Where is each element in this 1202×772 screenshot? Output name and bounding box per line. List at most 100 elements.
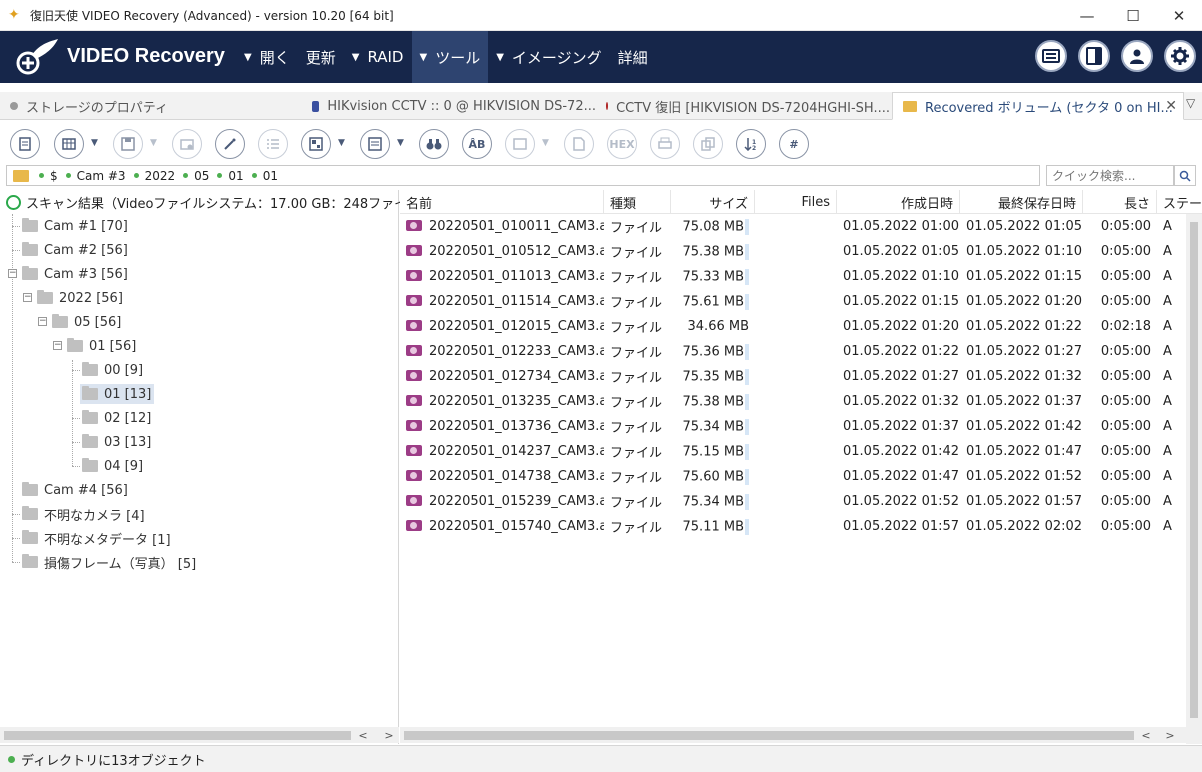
chevron-down-icon[interactable]: ▼ — [542, 138, 549, 148]
scrollbar-thumb[interactable] — [404, 731, 1134, 740]
column-header-size[interactable]: サイズ — [671, 190, 755, 214]
print-icon[interactable] — [650, 129, 680, 159]
tree-node-hour-03[interactable]: 03 [13] — [82, 432, 151, 452]
collapse-icon[interactable]: − — [38, 317, 47, 326]
tree-node-hour-01[interactable]: 01 [13] — [80, 384, 155, 404]
collapse-icon[interactable]: − — [8, 269, 17, 278]
quick-search-input[interactable] — [1046, 165, 1174, 186]
menu-open[interactable]: ▼ 開く — [236, 31, 298, 83]
recover-disk-icon[interactable] — [172, 129, 202, 159]
text-search-icon[interactable]: ÂB — [462, 129, 492, 159]
tree-node-cam1[interactable]: Cam #1 [70] — [22, 216, 128, 236]
right-horizontal-scrollbar[interactable]: < > — [400, 727, 1186, 743]
breadcrumb-item[interactable]: 05 — [183, 169, 209, 183]
scroll-left-arrow[interactable]: < — [1138, 727, 1154, 743]
table-row[interactable]: 20220501_013235_CAM3.avi ファイル 75.38 MB 01.0… — [400, 389, 1202, 414]
settings-icon[interactable] — [1164, 40, 1196, 72]
table-row[interactable]: 20220501_013736_CAM3.avi ファイル 75.34 MB 01.0… — [400, 414, 1202, 439]
document-icon[interactable] — [564, 129, 594, 159]
close-tab-icon[interactable]: ✕ — [1165, 98, 1177, 114]
list-view-icon[interactable] — [360, 129, 390, 159]
tree-node-unknown-metadata[interactable]: 不明なメタデータ [1] — [22, 528, 171, 548]
scroll-right-arrow[interactable]: > — [1162, 727, 1178, 743]
column-header-created[interactable]: 作成日時 — [837, 190, 960, 214]
tree-node-unknown-camera[interactable]: 不明なカメラ [4] — [22, 504, 145, 524]
copy-icon[interactable] — [693, 129, 723, 159]
scrollbar-thumb[interactable] — [1190, 222, 1198, 718]
preview-icon[interactable] — [505, 129, 535, 159]
hex-view-button[interactable]: HEX — [607, 129, 637, 159]
table-row[interactable]: 20220501_010512_CAM3.avi ファイル 75.38 MB 01.0… — [400, 239, 1202, 264]
search-icon[interactable] — [1174, 165, 1196, 186]
breadcrumb[interactable]: $ Cam #3 2022 05 01 01 — [6, 165, 1040, 186]
tab-storage-properties[interactable]: ストレージのプロパティ — [10, 92, 300, 120]
tree-node-hour-02[interactable]: 02 [12] — [82, 408, 151, 428]
table-row[interactable]: 20220501_012734_CAM3.avi ファイル 75.35 MB 01.0… — [400, 364, 1202, 389]
chevron-down-icon[interactable]: ▼ — [150, 138, 157, 148]
breadcrumb-item[interactable]: $ — [39, 169, 58, 183]
wand-icon[interactable] — [215, 129, 245, 159]
table-row[interactable]: 20220501_012015_CAM3.avi ファイル 34.66 MB 01.0… — [400, 314, 1202, 339]
scan-results-root[interactable]: スキャン結果（Videoファイルシステム：17.00 GB：248ファイル） — [6, 193, 433, 212]
chevron-down-icon[interactable]: ▼ — [338, 138, 345, 148]
menu-tools[interactable]: ▼ ツール — [411, 31, 489, 83]
menu-refresh[interactable]: 更新 — [298, 31, 344, 83]
table-row[interactable]: 20220501_015740_CAM3.avi ファイル 75.11 MB 01.0… — [400, 514, 1202, 539]
breadcrumb-item[interactable]: 01 — [251, 169, 278, 183]
chevron-down-icon[interactable]: ▼ — [91, 138, 98, 148]
column-header-files[interactable]: Files — [755, 190, 837, 214]
user-icon[interactable] — [1121, 40, 1153, 72]
table-row[interactable]: 20220501_014237_CAM3.avi ファイル 75.15 MB 01.0… — [400, 439, 1202, 464]
tree-node-01-day[interactable]: 01 [56] — [67, 336, 136, 356]
breadcrumb-item[interactable]: 01 — [217, 169, 244, 183]
tree-node-cam4[interactable]: Cam #4 [56] — [22, 480, 128, 500]
column-header-type[interactable]: 種類 — [604, 190, 671, 214]
table-row[interactable]: 20220501_015239_CAM3.avi ファイル 75.34 MB 01.0… — [400, 489, 1202, 514]
column-header-state[interactable]: ステー — [1157, 190, 1202, 214]
menu-imaging[interactable]: ▼ イメージング — [488, 31, 609, 83]
tree-node-cam3[interactable]: Cam #3 [56] — [22, 264, 128, 284]
scroll-right-arrow[interactable]: > — [381, 727, 397, 743]
scrollbar-thumb[interactable] — [4, 731, 351, 740]
menu-raid[interactable]: ▼ RAID — [344, 31, 412, 83]
collapse-icon[interactable]: − — [23, 293, 32, 302]
tree-node-2022[interactable]: 2022 [56] — [37, 288, 123, 308]
right-vertical-scrollbar[interactable] — [1186, 214, 1202, 744]
table-row[interactable]: 20220501_011013_CAM3.avi ファイル 75.33 MB 01.0… — [400, 264, 1202, 289]
tree-node-05[interactable]: 05 [56] — [52, 312, 121, 332]
view-grid-icon[interactable] — [54, 129, 84, 159]
breadcrumb-item[interactable]: Cam #3 — [65, 169, 126, 183]
tab-overflow-icon[interactable]: ▽ — [1186, 96, 1195, 110]
scroll-left-arrow[interactable]: < — [355, 727, 371, 743]
log-icon[interactable] — [1035, 40, 1067, 72]
table-row[interactable]: 20220501_014738_CAM3.avi ファイル 75.60 MB 01.0… — [400, 464, 1202, 489]
column-header-length[interactable]: 長さ — [1083, 190, 1157, 214]
panel-icon[interactable] — [1078, 40, 1110, 72]
tab-cctv-recovery[interactable]: CCTV 復旧 [HIKVISION DS-7204HGHI-SH.... — [606, 92, 890, 120]
table-row[interactable]: 20220501_010011_CAM3.avi ファイル 75.08 MB 01.0… — [400, 214, 1202, 239]
column-header-modified[interactable]: 最終保存日時 — [960, 190, 1083, 214]
tab-recovered-volume[interactable]: Recovered ボリューム (セクタ 0 on HI... ✕ — [892, 92, 1184, 120]
tree-node-hour-04[interactable]: 04 [9] — [82, 456, 143, 476]
tab-hikvision-cctv[interactable]: HIKvision CCTV :: 0 @ HIKVISION DS-72... — [312, 92, 596, 120]
hash-icon[interactable]: # — [779, 129, 809, 159]
minimize-button[interactable]: — — [1064, 0, 1110, 31]
checklist-icon[interactable] — [258, 129, 288, 159]
column-header-name[interactable]: 名前 — [400, 190, 604, 214]
tree-node-hour-00[interactable]: 00 [9] — [82, 360, 143, 380]
binoculars-icon[interactable] — [419, 129, 449, 159]
sort-icon[interactable]: 12 — [736, 129, 766, 159]
breadcrumb-item[interactable]: 2022 — [133, 169, 175, 183]
table-row[interactable]: 20220501_011514_CAM3.avi ファイル 75.61 MB 01.0… — [400, 289, 1202, 314]
collapse-icon[interactable]: − — [53, 341, 62, 350]
save-icon[interactable] — [113, 129, 143, 159]
table-row[interactable]: 20220501_012233_CAM3.avi ファイル 75.36 MB 01.0… — [400, 339, 1202, 364]
tree-node-cam2[interactable]: Cam #2 [56] — [22, 240, 128, 260]
tree-node-damaged-frames[interactable]: 損傷フレーム（写真） [5] — [22, 552, 196, 572]
menu-details[interactable]: 詳細 — [610, 31, 656, 83]
close-window-button[interactable]: ✕ — [1156, 0, 1202, 31]
properties-icon[interactable] — [10, 129, 40, 159]
layout-icon[interactable] — [301, 129, 331, 159]
left-horizontal-scrollbar[interactable]: < > — [0, 727, 399, 743]
chevron-down-icon[interactable]: ▼ — [397, 138, 404, 148]
